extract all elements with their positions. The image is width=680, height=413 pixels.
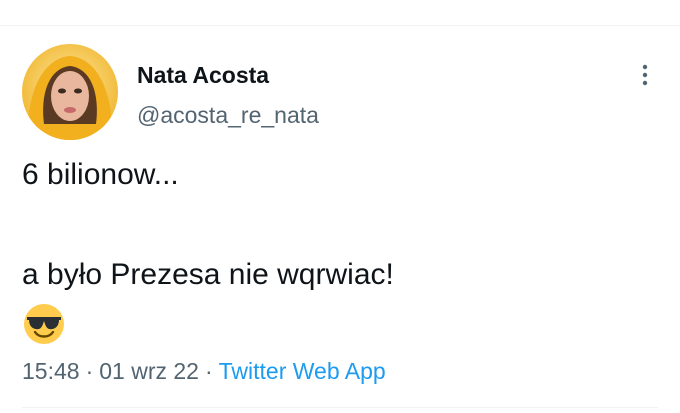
author-block: Nata Acosta @acosta_re_nata [137,60,319,130]
sunglasses-emoji-icon [22,302,66,346]
top-divider [0,25,680,26]
bottom-divider [22,407,658,408]
user-handle[interactable]: @acosta_re_nata [137,100,319,130]
tweet-source-link[interactable]: Twitter Web App [219,354,386,388]
tweet-time[interactable]: 15:48 [22,354,80,388]
more-options-button[interactable] [632,62,658,88]
smiling-face-with-sunglasses-icon [24,304,64,344]
avatar[interactable] [22,44,118,140]
meta-separator: · [85,358,94,384]
display-name[interactable]: Nata Acosta [137,60,319,90]
meta-separator: · [204,358,213,384]
tweet-text-line-1: 6 bilionow... [22,158,179,191]
tweet-text-line-2: a było Prezesa nie wqrwiac! [22,258,394,291]
more-vertical-icon [642,64,648,86]
tweet-date[interactable]: 01 wrz 22 [99,354,199,388]
avatar-image [22,44,118,140]
tweet-meta: 15:48 · 01 wrz 22 · Twitter Web App [22,354,386,388]
